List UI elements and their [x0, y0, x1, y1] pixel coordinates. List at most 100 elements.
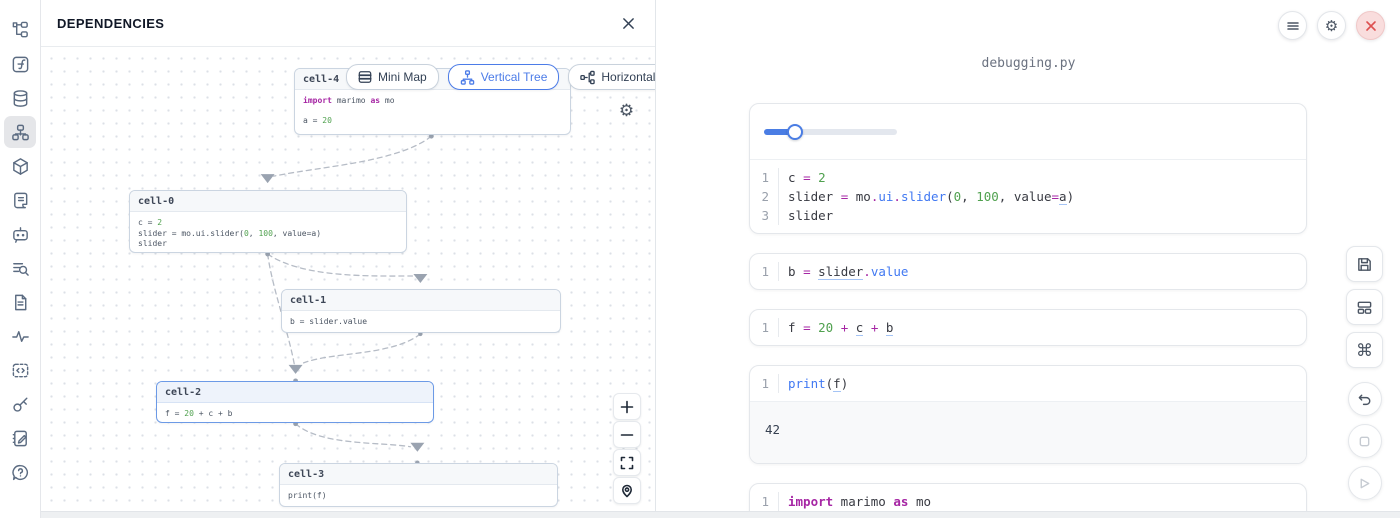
- code-token: f: [833, 376, 841, 392]
- center-selection-button[interactable]: [613, 477, 641, 504]
- code-token: mo: [380, 96, 394, 105]
- dependency-graph-icon[interactable]: [4, 116, 36, 148]
- tree-icon[interactable]: [4, 14, 36, 46]
- cell-editor[interactable]: 1f = 20 + c + b: [750, 310, 1306, 345]
- slider-thumb[interactable]: [787, 124, 803, 140]
- dependencies-panel: DEPENDENCIES: [41, 0, 656, 518]
- graph-code-line: print(f): [288, 491, 549, 502]
- code-token: 20: [818, 320, 833, 335]
- code-source: print(f): [778, 374, 848, 393]
- cell-editor[interactable]: 1print(f): [750, 366, 1306, 401]
- code-token: , value=a): [273, 229, 321, 238]
- code-token: as: [370, 96, 380, 105]
- save-button[interactable]: [1346, 246, 1383, 282]
- slider-cell: 1c = 22slider = mo.ui.slider(0, 100, val…: [749, 103, 1307, 234]
- code-token: 100: [976, 189, 999, 204]
- search-list-icon[interactable]: [4, 252, 36, 284]
- chat-icon[interactable]: [4, 218, 36, 250]
- dependency-edge: [304, 334, 421, 363]
- graph-code-line: slider: [138, 239, 398, 250]
- code-token: import: [788, 494, 833, 509]
- stop-button[interactable]: [1348, 424, 1382, 458]
- notebook-filename: debugging.py: [657, 56, 1400, 71]
- code-token: b: [886, 320, 894, 336]
- menu-button[interactable]: [1278, 11, 1307, 40]
- code-token: f =: [165, 409, 184, 418]
- view-button-vertical-tree[interactable]: Vertical Tree: [448, 64, 560, 90]
- graph-node-title: cell-3: [280, 464, 557, 485]
- function-icon[interactable]: [4, 48, 36, 80]
- graph-settings-gear-icon[interactable]: ⚙: [617, 101, 636, 120]
- scroll-icon[interactable]: [4, 184, 36, 216]
- cell-editor[interactable]: 1c = 22slider = mo.ui.slider(0, 100, val…: [750, 159, 1306, 233]
- code-token: .: [893, 189, 901, 204]
- dependency-graph-canvas[interactable]: cell-4import marimo as moa = 20cell-0c =…: [41, 48, 655, 511]
- shutdown-button[interactable]: [1356, 11, 1385, 40]
- f-cell: 1f = 20 + c + b: [749, 309, 1307, 346]
- code-token: slider: [818, 264, 863, 280]
- code-token: =: [803, 170, 818, 185]
- code-token: ): [1067, 189, 1075, 204]
- mini-map-icon: [358, 70, 372, 84]
- code-token: as: [893, 494, 908, 509]
- graph-code-line: slider = mo.ui.slider(0, 100, value=a): [138, 229, 398, 240]
- graph-node-title: cell-2: [157, 382, 433, 403]
- code-token: f: [788, 320, 803, 335]
- code-line: 1import marimo as mo: [750, 492, 1306, 511]
- code-source: slider: [778, 206, 833, 225]
- play-icon: [1358, 477, 1371, 490]
- shortcuts-button[interactable]: ⌘: [1346, 332, 1383, 368]
- document-icon[interactable]: [4, 286, 36, 318]
- database-icon[interactable]: [4, 82, 36, 114]
- code-token: a =: [303, 116, 322, 125]
- command-icon: ⌘: [1356, 342, 1373, 359]
- help-icon[interactable]: [4, 456, 36, 488]
- settings-button[interactable]: ⚙: [1317, 11, 1346, 40]
- code-source: f = 20 + c + b: [778, 318, 893, 337]
- code-token: 20: [184, 409, 194, 418]
- zoom-in-button[interactable]: [613, 393, 641, 420]
- view-button-label: Vertical Tree: [481, 70, 548, 84]
- code-token: import: [303, 96, 332, 105]
- close-panel-icon[interactable]: [617, 12, 639, 34]
- code-token: ,: [999, 189, 1014, 204]
- activity-icon[interactable]: [4, 320, 36, 352]
- code-token: ,: [961, 189, 976, 204]
- graph-zoom-controls: [613, 393, 641, 504]
- line-number: 2: [750, 187, 778, 206]
- ui-slider[interactable]: [764, 124, 897, 140]
- code-token: print(f): [288, 491, 327, 500]
- scratchpad-icon[interactable]: [4, 422, 36, 454]
- code-token: 100: [258, 229, 272, 238]
- key-icon[interactable]: [4, 388, 36, 420]
- zoom-out-button[interactable]: [613, 421, 641, 448]
- graph-node-cell-2[interactable]: cell-2f = 20 + c + b: [156, 381, 434, 423]
- graph-code-line: import marimo as mo: [303, 96, 562, 107]
- code-token: 20: [322, 116, 332, 125]
- close-icon: [1365, 20, 1377, 32]
- undo-button[interactable]: [1348, 382, 1382, 416]
- graph-node-cell-1[interactable]: cell-1b = slider.value: [281, 289, 561, 333]
- graph-node-cell-3[interactable]: cell-3 print(f): [279, 463, 558, 507]
- view-button-horizontal-tree[interactable]: Horizontal Tree: [568, 64, 655, 90]
- floppy-icon: [1356, 256, 1373, 273]
- graph-node-code: c = 2slider = mo.ui.slider(0, 100, value…: [130, 212, 406, 253]
- graph-code-line: b = slider.value: [290, 317, 552, 328]
- notebook-actions: ⌘: [1346, 246, 1383, 508]
- line-number: 1: [750, 262, 778, 281]
- run-button[interactable]: [1348, 466, 1382, 500]
- layout-button[interactable]: [1346, 289, 1383, 325]
- code-token: slider: [788, 189, 841, 204]
- code-source: c = 2: [778, 168, 826, 187]
- layout-icon: [1356, 299, 1373, 316]
- graph-node-cell-0[interactable]: cell-0c = 2slider = mo.ui.slider(0, 100,…: [129, 190, 407, 253]
- fit-view-button[interactable]: [613, 449, 641, 476]
- cell-editor[interactable]: 1b = slider.value: [750, 254, 1306, 289]
- code-source: import marimo as mo: [778, 492, 931, 511]
- view-button-mini-map[interactable]: Mini Map: [346, 64, 439, 90]
- dependencies-header: DEPENDENCIES: [41, 0, 655, 47]
- icon-sidebar: [0, 0, 41, 518]
- snippets-icon[interactable]: [4, 354, 36, 386]
- package-icon[interactable]: [4, 150, 36, 182]
- code-token: b: [788, 264, 803, 279]
